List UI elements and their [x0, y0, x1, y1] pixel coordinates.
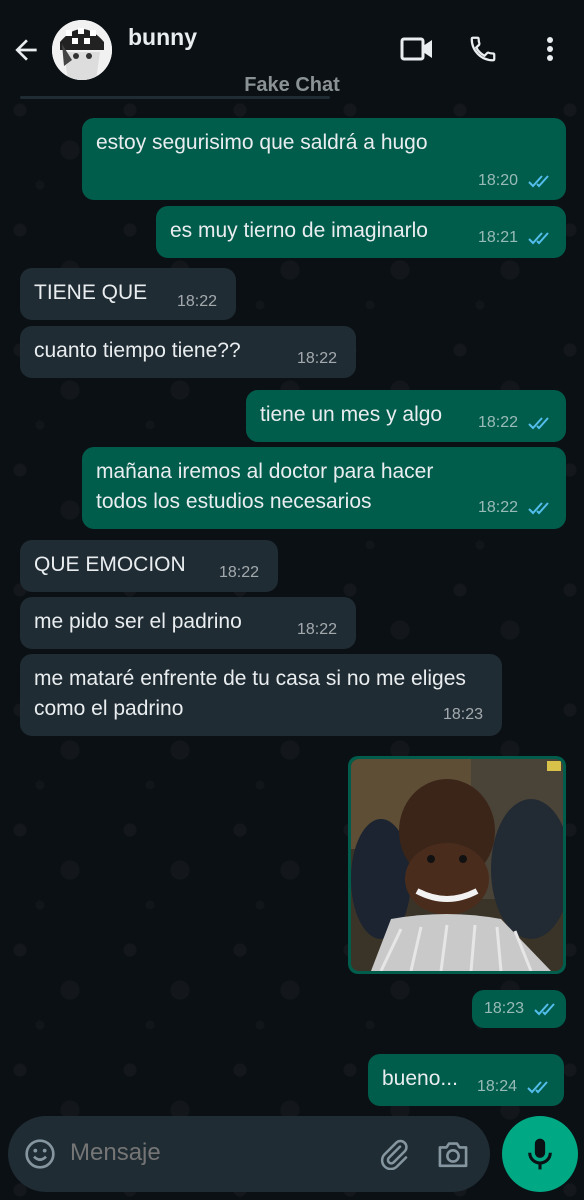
phone-icon[interactable]	[468, 34, 498, 64]
header-divider	[20, 96, 330, 99]
mic-button[interactable]	[502, 1116, 578, 1192]
message-time: 18:20	[478, 172, 519, 189]
attach-icon[interactable]	[378, 1138, 410, 1170]
message-text: bueno...	[382, 1067, 458, 1090]
chat-subtitle: Fake Chat	[244, 74, 340, 96]
camera-icon[interactable]	[436, 1138, 470, 1170]
message-text: me pido ser el padrino	[34, 610, 242, 633]
double-check-icon	[528, 175, 549, 188]
avatar[interactable]	[52, 20, 112, 80]
double-check-icon	[527, 1081, 548, 1094]
message-time: 18:22	[177, 293, 218, 310]
message-time: 18:22	[297, 621, 338, 638]
message-time: 18:22	[297, 350, 338, 367]
message-text: QUE EMOCION	[34, 553, 186, 576]
message-bubble-incoming[interactable]: me mataré enfrente de tu casa si no me e…	[20, 654, 502, 736]
mic-icon	[528, 1138, 552, 1170]
double-check-icon	[528, 502, 549, 515]
message-time: 18:21	[478, 229, 519, 246]
video-call-icon[interactable]	[400, 34, 434, 64]
message-time: 18:22	[478, 414, 519, 431]
emoji-icon[interactable]	[24, 1138, 56, 1170]
message-text: estoy segurisimo que saldrá a hugo	[96, 131, 428, 154]
avatar-illustration	[52, 20, 112, 80]
chat-header: bunny Fake Chat	[0, 0, 584, 100]
message-time: 18:22	[478, 499, 519, 516]
more-vert-icon[interactable]	[538, 34, 562, 64]
double-check-icon	[528, 417, 549, 430]
message-input[interactable]	[68, 1138, 352, 1168]
message-text: es muy tierno de imaginarlo	[170, 219, 428, 242]
double-check-icon	[534, 1003, 555, 1016]
message-time: 18:22	[219, 564, 260, 581]
message-time: 18:23	[484, 1000, 525, 1017]
image-message-bubble[interactable]	[348, 756, 566, 974]
message-text: TIENE QUE	[34, 281, 148, 304]
message-text: cuanto tiempo tiene??	[34, 339, 241, 362]
message-time: 18:23	[443, 706, 484, 723]
photo-content	[351, 759, 563, 971]
message-text: tiene un mes y algo	[260, 403, 443, 426]
message-text: me mataré enfrente de tu casa si no me e…	[34, 667, 466, 720]
message-composer	[8, 1116, 490, 1192]
message-time: 18:24	[477, 1078, 518, 1095]
message-text: mañana iremos al doctor para hacer todos…	[96, 460, 434, 513]
shared-photo[interactable]	[351, 759, 563, 971]
double-check-icon	[528, 232, 549, 245]
contact-name[interactable]: bunny	[128, 24, 197, 51]
back-arrow-icon[interactable]	[10, 34, 42, 66]
